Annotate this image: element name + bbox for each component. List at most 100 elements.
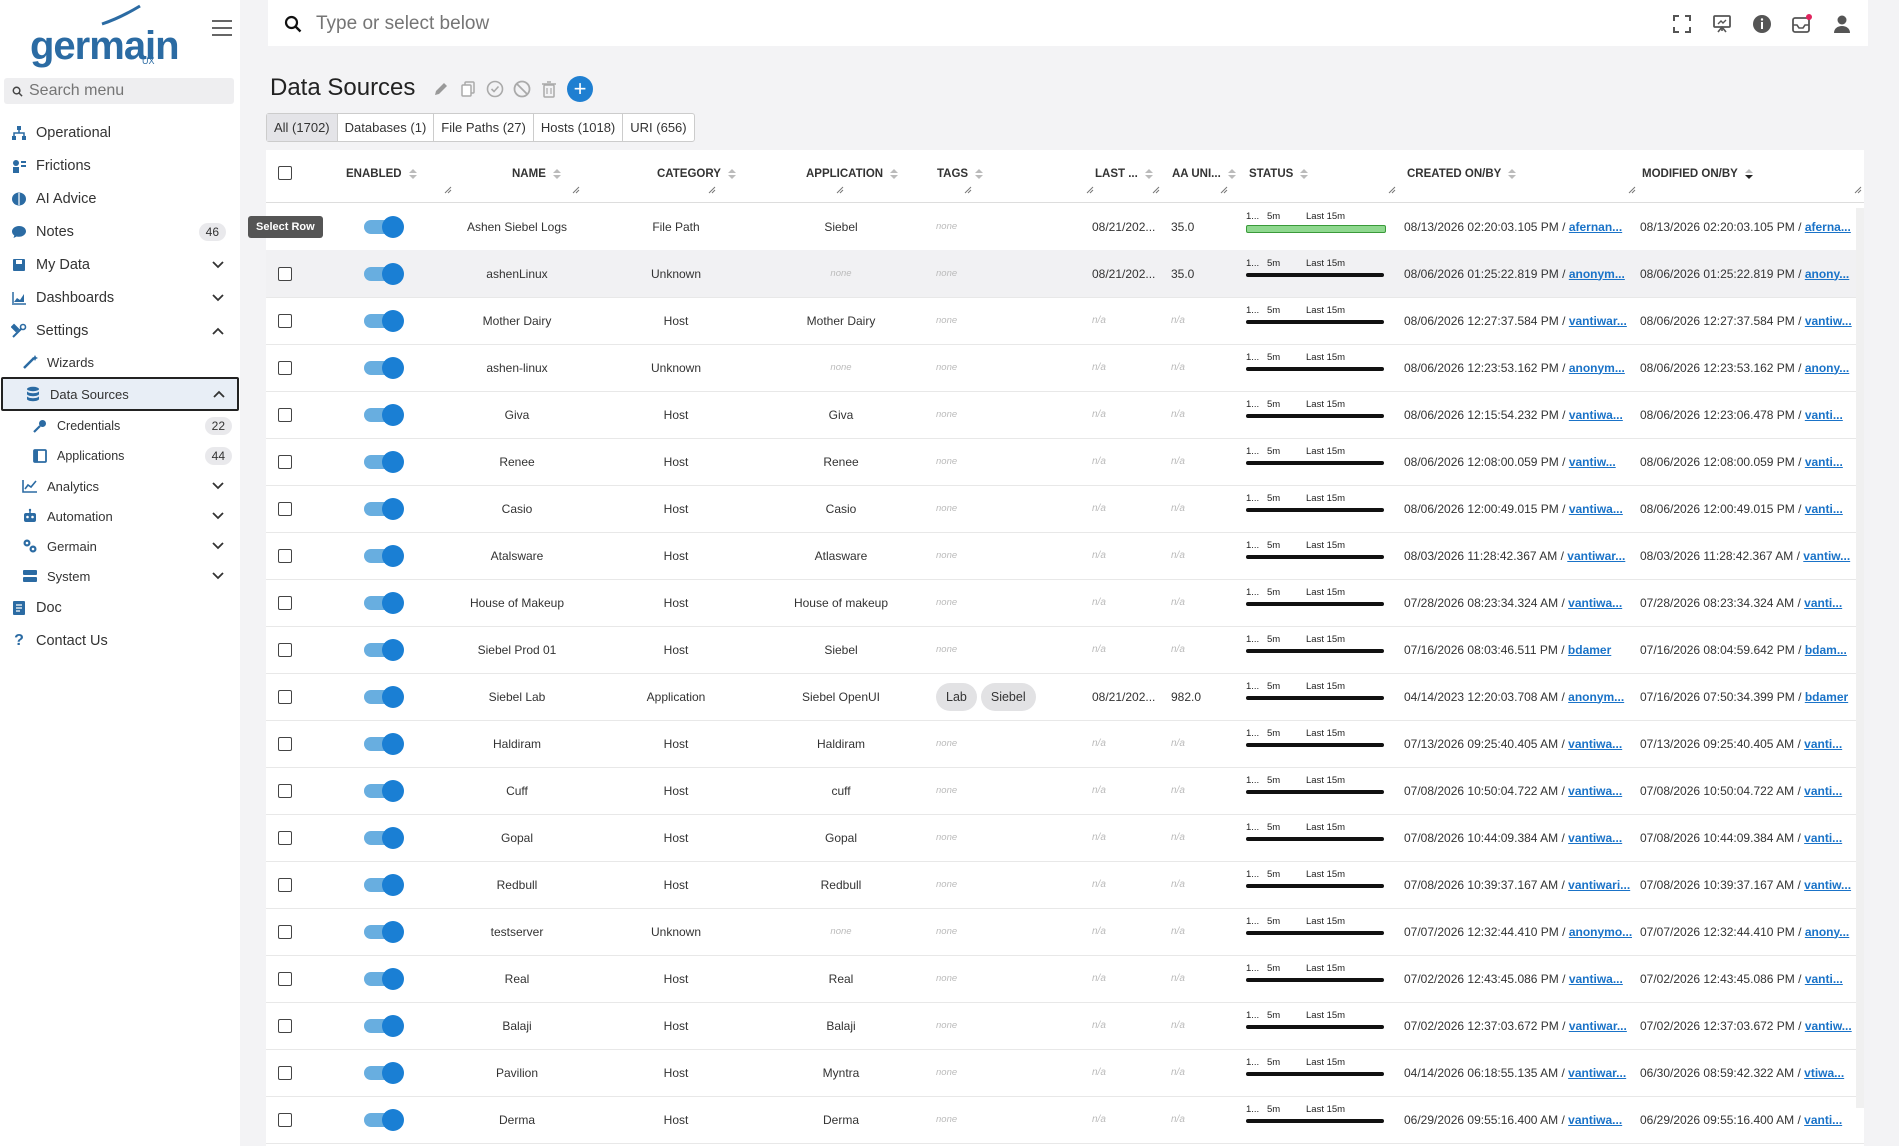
sidebar-item-dashboards[interactable]: Dashboards <box>0 281 240 314</box>
created-by-link[interactable]: anonym... <box>1569 267 1625 281</box>
germain-logo[interactable]: germain UX <box>28 4 180 68</box>
table-row[interactable]: Gopal Host Gopal none n/a n/a 1... 5m Last 15m 07… <box>266 814 1864 862</box>
sidebar-item-wizards[interactable]: Wizards <box>0 347 240 377</box>
modified-by-link[interactable]: anony... <box>1805 925 1849 939</box>
name-cell[interactable]: Real <box>452 955 582 1002</box>
row-checkbox-cell[interactable] <box>278 1049 308 1096</box>
enabled-toggle[interactable] <box>364 1061 404 1084</box>
chevron-down-icon[interactable] <box>212 482 224 490</box>
row-checkbox[interactable] <box>278 407 292 422</box>
row-checkbox-cell[interactable] <box>278 532 308 579</box>
edit-icon[interactable] <box>432 80 450 98</box>
column-header-category[interactable]: CATEGORY <box>657 168 736 180</box>
enabled-toggle[interactable] <box>364 1014 404 1037</box>
enabled-cell[interactable] <box>364 1049 414 1096</box>
column-header-last[interactable]: LAST ... <box>1095 168 1153 180</box>
enabled-cell[interactable] <box>364 626 414 673</box>
enabled-toggle[interactable] <box>364 591 404 614</box>
row-checkbox[interactable] <box>278 595 292 610</box>
created-by-link[interactable]: vantiwa... <box>1568 784 1622 798</box>
tab-all[interactable]: All (1702) <box>267 114 338 141</box>
modified-by-link[interactable]: bdam... <box>1805 643 1847 657</box>
table-row[interactable]: Redbull Host Redbull none n/a n/a 1... 5m Last 1… <box>266 861 1864 909</box>
table-row[interactable]: Casio Host Casio none n/a n/a 1... 5m Last 15m 08… <box>266 485 1864 533</box>
table-row[interactable]: Mother Dairy Host Mother Dairy none n/a n/a 1.… <box>266 297 1864 345</box>
column-header-status[interactable]: STATUS <box>1249 168 1309 180</box>
column-resize-handle[interactable] <box>708 186 716 194</box>
row-checkbox-cell[interactable] <box>278 438 308 485</box>
copy-icon[interactable] <box>459 80 477 98</box>
sidebar-item-credentials[interactable]: Credentials 22 <box>0 411 240 441</box>
table-row[interactable]: Haldiram Host Haldiram none n/a n/a 1... 5m Last… <box>266 720 1864 768</box>
table-row[interactable]: testserver Unknown none none n/a n/a 1... 5m Las… <box>266 908 1864 956</box>
trash-icon[interactable] <box>540 80 558 98</box>
enabled-cell[interactable] <box>364 767 414 814</box>
row-checkbox-cell[interactable] <box>278 767 308 814</box>
row-checkbox[interactable] <box>278 783 292 798</box>
global-search[interactable] <box>284 12 918 36</box>
created-by-link[interactable]: afernan... <box>1569 220 1622 234</box>
created-by-link[interactable]: vantiwa... <box>1569 502 1623 516</box>
name-cell[interactable]: Redbull <box>452 861 582 908</box>
sidebar-item-analytics[interactable]: Analytics <box>0 471 240 501</box>
sidebar-item-ai-advice[interactable]: AI Advice <box>0 182 240 215</box>
row-checkbox-cell[interactable] <box>278 626 308 673</box>
enabled-cell[interactable] <box>364 673 414 720</box>
column-resize-handle[interactable] <box>1854 186 1862 194</box>
created-by-link[interactable]: bdamer <box>1568 643 1611 657</box>
user-icon[interactable] <box>1830 12 1854 36</box>
chevron-down-icon[interactable] <box>212 542 224 550</box>
modified-by-link[interactable]: vanti... <box>1804 784 1842 798</box>
enabled-toggle[interactable] <box>364 450 404 473</box>
enabled-toggle[interactable] <box>364 497 404 520</box>
menu-toggle-icon[interactable] <box>212 20 232 38</box>
row-checkbox[interactable] <box>278 877 292 892</box>
table-row[interactable]: Cuff Host cuff none n/a n/a 1... 5m Last 15m 07/0… <box>266 767 1864 815</box>
add-data-source-button[interactable]: + <box>567 76 593 102</box>
modified-by-link[interactable]: vtiwa... <box>1804 1066 1844 1080</box>
column-header-aa[interactable]: AA UNI... <box>1172 168 1236 180</box>
name-cell[interactable]: Haldiram <box>452 720 582 767</box>
info-icon[interactable] <box>1750 12 1774 36</box>
enabled-cell[interactable] <box>364 532 414 579</box>
created-by-link[interactable]: vantiwa... <box>1569 972 1623 986</box>
enabled-toggle[interactable] <box>364 638 404 661</box>
sidebar-item-operational[interactable]: Operational <box>0 116 240 149</box>
global-search-input[interactable] <box>314 12 918 36</box>
name-cell[interactable]: Gopal <box>452 814 582 861</box>
enabled-toggle[interactable] <box>364 309 404 332</box>
created-by-link[interactable]: vantiwari... <box>1568 878 1630 892</box>
enabled-toggle[interactable] <box>364 732 404 755</box>
column-header-created[interactable]: CREATED ON/BY <box>1407 168 1517 180</box>
created-by-link[interactable]: vantiwa... <box>1568 737 1622 751</box>
row-checkbox-cell[interactable] <box>278 1096 308 1143</box>
column-resize-handle[interactable] <box>1086 186 1094 194</box>
column-resize-handle[interactable] <box>836 186 844 194</box>
created-by-link[interactable]: vantiwar... <box>1568 1066 1626 1080</box>
enabled-toggle[interactable] <box>364 215 404 238</box>
sidebar-item-my-data[interactable]: My Data <box>0 248 240 281</box>
table-row[interactable]: ashen-linux Unknown none none n/a n/a 1... 5m La… <box>266 344 1864 392</box>
table-row[interactable]: Real Host Real none n/a n/a 1... 5m Last 15m 07/0… <box>266 955 1864 1003</box>
modified-by-link[interactable]: aferna... <box>1805 220 1851 234</box>
menu-search[interactable] <box>4 78 234 104</box>
name-cell[interactable]: Siebel Prod 01 <box>452 626 582 673</box>
row-checkbox-cell[interactable] <box>278 720 308 767</box>
name-cell[interactable]: Derma <box>452 1096 582 1143</box>
row-checkbox-cell[interactable] <box>278 955 308 1002</box>
row-checkbox[interactable] <box>278 689 292 704</box>
name-cell[interactable]: ashenLinux <box>452 250 582 297</box>
name-cell[interactable]: Balaji <box>452 1002 582 1049</box>
row-checkbox[interactable] <box>278 454 292 469</box>
column-header-application[interactable]: APPLICATION <box>806 168 899 180</box>
modified-by-link[interactable]: vanti... <box>1804 1113 1842 1127</box>
name-cell[interactable]: Cuff <box>452 767 582 814</box>
modified-by-link[interactable]: vantiw... <box>1803 549 1850 563</box>
modified-by-link[interactable]: vanti... <box>1804 831 1842 845</box>
enabled-cell[interactable] <box>364 250 414 297</box>
created-by-link[interactable]: vantiwar... <box>1569 314 1627 328</box>
table-row[interactable]: ashenLinux Unknown none none 08/21/202... 35.… <box>266 250 1864 298</box>
created-by-link[interactable]: vantiwar... <box>1567 549 1625 563</box>
column-resize-handle[interactable] <box>1628 186 1636 194</box>
sidebar-item-settings[interactable]: Settings <box>0 314 240 347</box>
